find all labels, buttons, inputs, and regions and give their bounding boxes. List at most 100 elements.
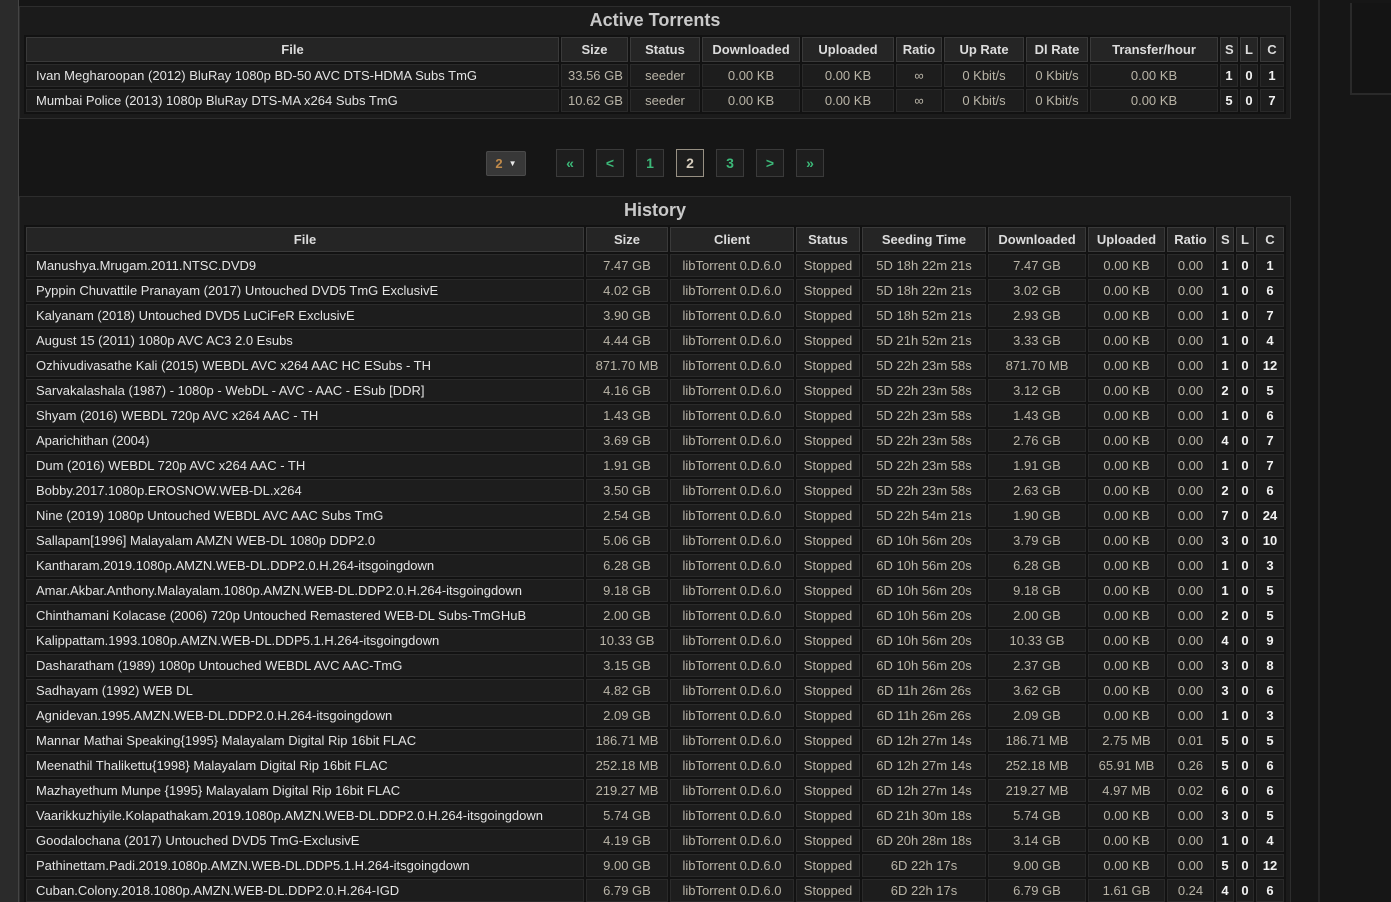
cell-uploaded: 0.00 KB bbox=[1088, 404, 1165, 427]
pagination-button-next[interactable]: > bbox=[756, 149, 784, 177]
cell-uploaded: 0.00 KB bbox=[1088, 654, 1165, 677]
cell-size: 6.79 GB bbox=[586, 879, 668, 902]
pagination-button-last[interactable]: » bbox=[796, 149, 824, 177]
cell-l: 0 bbox=[1240, 89, 1258, 112]
cell-file[interactable]: Kantharam.2019.1080p.AMZN.WEB-DL.DDP2.0.… bbox=[26, 554, 584, 577]
cell-downloaded: 3.62 GB bbox=[988, 679, 1086, 702]
cell-status: Stopped bbox=[796, 804, 860, 827]
cell-c: 12 bbox=[1256, 854, 1284, 877]
cell-status: Stopped bbox=[796, 329, 860, 352]
cell-client: libTorrent 0.D.6.0 bbox=[670, 429, 794, 452]
cell-file[interactable]: Mumbai Police (2013) 1080p BluRay DTS-MA… bbox=[26, 89, 559, 112]
cell-s: 1 bbox=[1216, 279, 1234, 302]
cell-file[interactable]: Dasharatham (1989) 1080p Untouched WEBDL… bbox=[26, 654, 584, 677]
cell-c: 5 bbox=[1256, 804, 1284, 827]
cell-file[interactable]: Sarvakalashala (1987) - 1080p - WebDL - … bbox=[26, 379, 584, 402]
cell-downloaded: 1.90 GB bbox=[988, 504, 1086, 527]
cell-uploaded: 0.00 KB bbox=[1088, 679, 1165, 702]
cell-seeding: 6D 12h 27m 14s bbox=[862, 729, 986, 752]
cell-file[interactable]: Agnidevan.1995.AMZN.WEB-DL.DDP2.0.H.264-… bbox=[26, 704, 584, 727]
cell-downloaded: 2.76 GB bbox=[988, 429, 1086, 452]
cell-file[interactable]: Goodalochana (2017) Untouched DVD5 TmG-E… bbox=[26, 829, 584, 852]
cell-downloaded: 9.00 GB bbox=[988, 854, 1086, 877]
cell-uploaded: 0.00 KB bbox=[1088, 379, 1165, 402]
column-header-size: Size bbox=[586, 227, 668, 252]
cell-uploaded: 2.75 MB bbox=[1088, 729, 1165, 752]
cell-file[interactable]: Vaarikkuzhiyile.Kolapathakam.2019.1080p.… bbox=[26, 804, 584, 827]
cell-file[interactable]: Meenathil Thalikettu{1998} Malayalam Dig… bbox=[26, 754, 584, 777]
cell-status: Stopped bbox=[796, 754, 860, 777]
table-row: Kalyanam (2018) Untouched DVD5 LuCiFeR E… bbox=[26, 304, 1284, 327]
cell-size: 3.90 GB bbox=[586, 304, 668, 327]
cell-file[interactable]: Bobby.2017.1080p.EROSNOW.WEB-DL.x264 bbox=[26, 479, 584, 502]
column-header-up_rate: Up Rate bbox=[944, 37, 1024, 62]
cell-uploaded: 0.00 KB bbox=[1088, 254, 1165, 277]
cell-file[interactable]: Nine (2019) 1080p Untouched WEBDL AVC AA… bbox=[26, 504, 584, 527]
column-header-s: S bbox=[1220, 37, 1238, 62]
cell-downloaded: 2.37 GB bbox=[988, 654, 1086, 677]
cell-status: Stopped bbox=[796, 629, 860, 652]
cell-file[interactable]: Dum (2016) WEBDL 720p AVC x264 AAC - TH bbox=[26, 454, 584, 477]
column-header-ratio: Ratio bbox=[896, 37, 942, 62]
cell-uploaded: 0.00 KB bbox=[1088, 279, 1165, 302]
cell-file[interactable]: August 15 (2011) 1080p AVC AC3 2.0 Esubs bbox=[26, 329, 584, 352]
cell-downloaded: 2.00 GB bbox=[988, 604, 1086, 627]
cell-file[interactable]: Cuban.Colony.2018.1080p.AMZN.WEB-DL.DDP2… bbox=[26, 879, 584, 902]
cell-s: 2 bbox=[1216, 379, 1234, 402]
cell-status: seeder bbox=[630, 89, 700, 112]
pagination-button-page-1[interactable]: 1 bbox=[636, 149, 664, 177]
cell-file[interactable]: Mannar Mathai Speaking{1995} Malayalam D… bbox=[26, 729, 584, 752]
column-header-s: S bbox=[1216, 227, 1234, 252]
cell-size: 4.19 GB bbox=[586, 829, 668, 852]
page-number-select[interactable]: 2 ▼ bbox=[486, 151, 526, 176]
history-header-row: FileSizeClientStatusSeeding TimeDownload… bbox=[26, 227, 1284, 252]
cell-file[interactable]: Aparichithan (2004) bbox=[26, 429, 584, 452]
table-row: Ozhivudivasathe Kali (2015) WEBDL AVC x2… bbox=[26, 354, 1284, 377]
cell-file[interactable]: Chinthamani Kolacase (2006) 720p Untouch… bbox=[26, 604, 584, 627]
cell-downloaded: 3.79 GB bbox=[988, 529, 1086, 552]
cell-file[interactable]: Sadhayam (1992) WEB DL bbox=[26, 679, 584, 702]
chevron-down-icon: ▼ bbox=[509, 159, 517, 168]
cell-size: 219.27 MB bbox=[586, 779, 668, 802]
cell-file[interactable]: Ivan Megharoopan (2012) BluRay 1080p BD-… bbox=[26, 64, 559, 87]
cell-s: 1 bbox=[1216, 704, 1234, 727]
cell-size: 252.18 MB bbox=[586, 754, 668, 777]
pagination-button-first[interactable]: « bbox=[556, 149, 584, 177]
cell-l: 0 bbox=[1236, 504, 1254, 527]
cell-file[interactable]: Manushya.Mrugam.2011.NTSC.DVD9 bbox=[26, 254, 584, 277]
cell-file[interactable]: Sallapam[1996] Malayalam AMZN WEB-DL 108… bbox=[26, 529, 584, 552]
cell-file[interactable]: Shyam (2016) WEBDL 720p AVC x264 AAC - T… bbox=[26, 404, 584, 427]
cell-uploaded: 4.97 MB bbox=[1088, 779, 1165, 802]
cell-size: 1.43 GB bbox=[586, 404, 668, 427]
cell-file[interactable]: Mazhayethum Munpe {1995} Malayalam Digit… bbox=[26, 779, 584, 802]
cell-downloaded: 219.27 MB bbox=[988, 779, 1086, 802]
cell-l: 0 bbox=[1236, 304, 1254, 327]
column-header-size: Size bbox=[561, 37, 628, 62]
cell-client: libTorrent 0.D.6.0 bbox=[670, 879, 794, 902]
cell-downloaded: 1.43 GB bbox=[988, 404, 1086, 427]
pagination-button-page-3[interactable]: 3 bbox=[716, 149, 744, 177]
cell-ratio: 0.00 bbox=[1167, 704, 1214, 727]
cell-file[interactable]: Kalyanam (2018) Untouched DVD5 LuCiFeR E… bbox=[26, 304, 584, 327]
cell-client: libTorrent 0.D.6.0 bbox=[670, 729, 794, 752]
cell-file[interactable]: Ozhivudivasathe Kali (2015) WEBDL AVC x2… bbox=[26, 354, 584, 377]
cell-ratio: 0.00 bbox=[1167, 329, 1214, 352]
cell-s: 4 bbox=[1216, 879, 1234, 902]
cell-downloaded: 0.00 KB bbox=[702, 89, 800, 112]
cell-file[interactable]: Pyppin Chuvattile Pranayam (2017) Untouc… bbox=[26, 279, 584, 302]
cell-downloaded: 7.47 GB bbox=[988, 254, 1086, 277]
cell-seeding: 5D 18h 22m 21s bbox=[862, 254, 986, 277]
cell-c: 6 bbox=[1256, 879, 1284, 902]
cell-uploaded: 0.00 KB bbox=[802, 64, 894, 87]
cell-c: 3 bbox=[1256, 554, 1284, 577]
cell-l: 0 bbox=[1236, 654, 1254, 677]
pagination-button-prev[interactable]: < bbox=[596, 149, 624, 177]
cell-c: 5 bbox=[1256, 579, 1284, 602]
cell-status: Stopped bbox=[796, 654, 860, 677]
cell-file[interactable]: Amar.Akbar.Anthony.Malayalam.1080p.AMZN.… bbox=[26, 579, 584, 602]
cell-file[interactable]: Kalippattam.1993.1080p.AMZN.WEB-DL.DDP5.… bbox=[26, 629, 584, 652]
cell-size: 4.02 GB bbox=[586, 279, 668, 302]
cell-size: 4.82 GB bbox=[586, 679, 668, 702]
cell-file[interactable]: Pathinettam.Padi.2019.1080p.AMZN.WEB-DL.… bbox=[26, 854, 584, 877]
cell-s: 4 bbox=[1216, 429, 1234, 452]
